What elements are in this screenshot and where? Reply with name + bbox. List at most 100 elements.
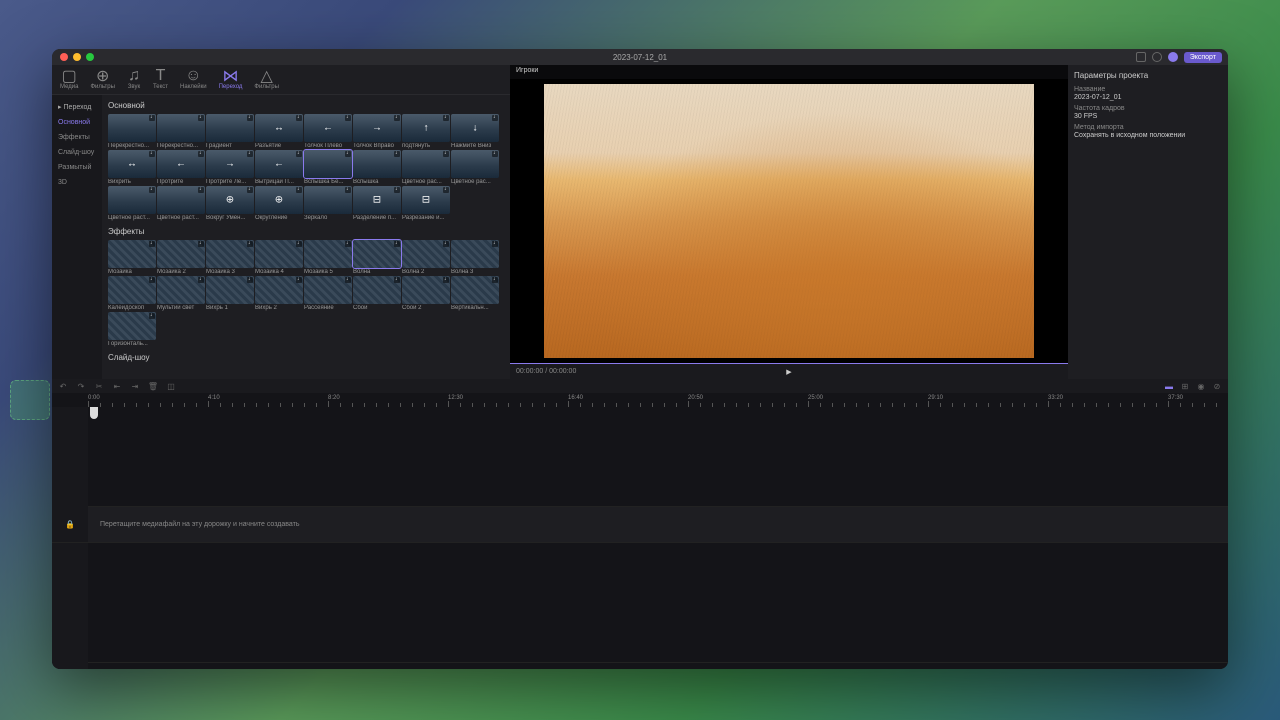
minimize-icon[interactable] [73,53,81,61]
download-icon[interactable] [296,187,302,193]
transition-thumb[interactable]: ←Протрите [157,150,205,185]
transition-thumb[interactable]: ⊟Разделение п... [353,186,401,221]
thumb-image[interactable] [255,276,303,304]
transition-thumb[interactable]: Мультий свет [157,276,205,311]
download-icon[interactable] [247,241,253,247]
thumb-image[interactable]: ↓ [451,114,499,142]
tool-transition[interactable]: ⋈Переход [219,69,243,90]
thumb-image[interactable] [304,186,352,214]
transition-thumb[interactable]: ⊕Округление [255,186,303,221]
thumb-image[interactable]: ↑ [402,114,450,142]
thumb-image[interactable] [304,276,352,304]
download-icon[interactable] [345,241,351,247]
fwd-icon[interactable]: ⇥ [130,381,140,391]
tool-music[interactable]: ♫Звук [127,69,141,90]
download-icon[interactable] [443,151,449,157]
traffic-lights[interactable] [60,53,94,61]
thumb-image[interactable] [304,150,352,178]
tool-media[interactable]: ▢Медиа [60,69,78,90]
tool-globe[interactable]: ⊕Фильтры [90,69,114,90]
transition-thumb[interactable]: Вертикальн... [451,276,499,311]
transition-thumb[interactable]: Волна 2 [402,240,450,275]
download-icon[interactable] [149,313,155,319]
thumb-image[interactable]: ⊕ [255,186,303,214]
download-icon[interactable] [149,151,155,157]
transition-thumb[interactable]: Цветное рас... [451,150,499,185]
download-icon[interactable] [492,241,498,247]
thumb-image[interactable]: ← [255,150,303,178]
layout-icon[interactable] [1136,52,1146,62]
undo-icon[interactable]: ↶ [58,381,68,391]
download-icon[interactable] [149,241,155,247]
download-icon[interactable] [394,151,400,157]
tool-smile[interactable]: ☺Наклейки [180,69,207,90]
download-icon[interactable] [492,151,498,157]
thumb-image[interactable] [353,276,401,304]
thumb-image[interactable] [157,114,205,142]
transition-thumb[interactable]: Волна 3 [451,240,499,275]
thumb-image[interactable] [108,186,156,214]
transition-thumb[interactable]: Вспышка [353,150,401,185]
thumb-image[interactable] [157,240,205,268]
transition-thumb[interactable]: Горизонталь... [108,312,156,347]
transition-thumb[interactable]: Вспышка Бе... [304,150,352,185]
transition-thumb[interactable]: Волна [353,240,401,275]
thumb-image[interactable] [206,240,254,268]
download-icon[interactable] [247,187,253,193]
fit-icon[interactable]: ⊞ [1180,381,1190,391]
transition-thumb[interactable]: ↔Разъятие [255,114,303,149]
thumb-image[interactable]: ← [157,150,205,178]
sidebar-item[interactable]: Эффекты [52,130,102,145]
track-area[interactable]: Перетащите медиафайл на эту дорожку и на… [88,407,1228,669]
avatar[interactable] [1168,52,1178,62]
download-icon[interactable] [198,241,204,247]
transition-thumb[interactable]: Перекрестно... [157,114,205,149]
thumb-image[interactable]: ← [304,114,352,142]
thumb-image[interactable] [402,240,450,268]
thumb-image[interactable] [108,240,156,268]
snap-icon[interactable]: ◉ [1196,381,1206,391]
thumb-image[interactable] [108,312,156,340]
transition-thumb[interactable]: ⊟Разрезание и... [402,186,450,221]
track-lock-icon[interactable]: 🔒 [52,507,88,543]
download-icon[interactable] [394,277,400,283]
export-button[interactable]: Экспорт [1184,52,1222,63]
transition-thumb[interactable]: ←Вытрицай П... [255,150,303,185]
download-icon[interactable] [345,115,351,121]
preview-canvas[interactable] [510,79,1068,363]
download-icon[interactable] [443,187,449,193]
thumb-image[interactable] [353,240,401,268]
transition-thumb[interactable]: Мозаика 4 [255,240,303,275]
transition-thumb[interactable]: Мозаика [108,240,156,275]
back-icon[interactable]: ⇤ [112,381,122,391]
thumb-image[interactable]: → [206,150,254,178]
sidebar-item[interactable]: Слайд-шоу [52,145,102,160]
download-icon[interactable] [296,151,302,157]
thumb-image[interactable]: ↔ [255,114,303,142]
transition-thumb[interactable]: Сбой 2 [402,276,450,311]
delete-icon[interactable]: 🗑 [148,381,158,391]
download-icon[interactable] [198,187,204,193]
download-icon[interactable] [394,241,400,247]
download-icon[interactable] [296,241,302,247]
download-icon[interactable] [443,115,449,121]
download-icon[interactable] [198,115,204,121]
more-icon[interactable]: ⊘ [1212,381,1222,391]
download-icon[interactable] [149,187,155,193]
thumb-image[interactable] [255,240,303,268]
playhead[interactable] [90,407,98,419]
transition-thumb[interactable]: Сбой [353,276,401,311]
download-icon[interactable] [149,277,155,283]
download-icon[interactable] [345,277,351,283]
tool-text[interactable]: TТекст [153,69,168,90]
transition-thumb[interactable]: Цветное раст... [157,186,205,221]
download-icon[interactable] [394,115,400,121]
transition-thumb[interactable]: Мозаика 5 [304,240,352,275]
thumb-image[interactable] [402,276,450,304]
download-icon[interactable] [345,151,351,157]
thumb-image[interactable] [304,240,352,268]
transition-thumb[interactable]: ↑подтянуть [402,114,450,149]
transition-thumb[interactable]: ⊕Вокруг Умен... [206,186,254,221]
thumb-image[interactable] [451,276,499,304]
download-icon[interactable] [198,151,204,157]
